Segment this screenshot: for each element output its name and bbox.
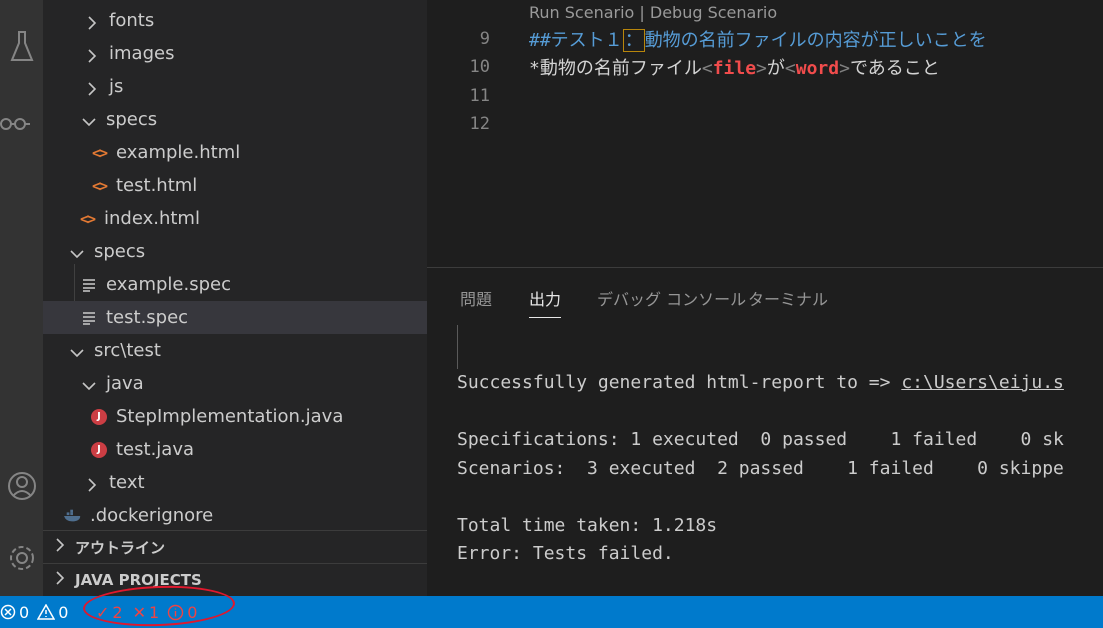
chevron-right-icon [85, 80, 99, 96]
output-indent-guide [457, 325, 458, 369]
section-label: アウトライン [75, 538, 166, 557]
java-projects-section-header[interactable]: JAVA PROJECTS [43, 563, 427, 596]
lines-file-icon [80, 278, 98, 292]
tree-folder-text[interactable]: text [43, 466, 427, 499]
code-line: 12 [427, 110, 1103, 138]
gear-icon[interactable] [0, 540, 43, 576]
code-editor[interactable]: Run Scenario | Debug Scenario 9 ##テスト１：動… [427, 0, 1103, 267]
tree-label: src\test [94, 340, 161, 361]
html-file-icon: <> [91, 176, 108, 195]
problems-indicator[interactable]: 0 0 [0, 596, 68, 628]
chevron-down-icon [82, 113, 96, 127]
docker-whale-icon [64, 509, 82, 523]
tree-file-dockerignore[interactable]: .dockerignore [43, 499, 427, 532]
output-time-line: Total time taken: 1.218s [457, 515, 718, 536]
tree-label: fonts [109, 10, 155, 31]
tree-label: text [109, 472, 145, 493]
tree-label: specs [94, 241, 146, 262]
tree-label: test.java [116, 439, 195, 460]
tree-label: images [109, 43, 175, 64]
tree-file-test-java[interactable]: J test.java [43, 433, 427, 466]
tab-output[interactable]: 出力 [529, 286, 562, 318]
tree-file-index-html[interactable]: <> index.html [43, 202, 427, 235]
outline-section-header[interactable]: アウトライン [43, 530, 427, 563]
tree-folder-specs[interactable]: specs [43, 235, 427, 268]
tree-folder-specs-web[interactable]: specs [43, 103, 427, 136]
tree-label: test.spec [106, 307, 189, 328]
tree-label: specs [106, 109, 158, 130]
tree-label: java [106, 373, 144, 394]
tree-file-test-html[interactable]: <> test.html [43, 169, 427, 202]
chevron-down-icon [70, 245, 84, 259]
output-error-line: Error: Tests failed. [457, 543, 674, 564]
chevron-down-icon [70, 344, 84, 358]
lines-file-icon [80, 311, 98, 325]
error-count: 0 [19, 602, 30, 622]
tree-file-example-html[interactable]: <> example.html [43, 136, 427, 169]
html-file-icon: <> [91, 143, 108, 162]
line-content: ##テスト１：動物の名前ファイルの内容が正しいことを [529, 29, 987, 52]
report-path-link[interactable]: c:\Users\eiju.s [901, 372, 1064, 393]
explorer-sidebar: fonts images js specs <> example.html <>… [43, 0, 427, 596]
chevron-down-icon [82, 377, 96, 391]
activity-bar [0, 0, 43, 596]
testing-flask-icon[interactable] [0, 30, 43, 64]
chevron-right-icon [53, 538, 67, 556]
bottom-panel: 問題 出力 デバッグ コンソール ターミナル Successfully gene… [427, 267, 1103, 596]
output-report-line: Successfully generated html-report to =>… [457, 372, 1064, 393]
error-circle-icon [0, 604, 16, 620]
tree-folder-java[interactable]: java [43, 367, 427, 400]
tree-label: example.spec [106, 274, 231, 295]
line-number: 11 [469, 86, 490, 106]
glasses-icon[interactable] [0, 112, 43, 132]
line-number: 12 [469, 114, 490, 134]
code-line: 11 [427, 82, 1103, 110]
chevron-right-icon [85, 476, 99, 492]
tree-folder-images[interactable]: images [43, 37, 427, 70]
warning-icon [37, 604, 56, 620]
tab-problems[interactable]: 問題 [460, 286, 492, 318]
line-number: 10 [469, 57, 490, 77]
code-line: 9 ##テスト１：動物の名前ファイルの内容が正しいことを [427, 25, 1103, 53]
tree-file-stepimplementation-java[interactable]: J StepImplementation.java [43, 400, 427, 433]
tree-label: index.html [104, 208, 200, 229]
line-content: *動物の名前ファイル<file>が<word>であること [529, 58, 940, 79]
tab-terminal[interactable]: ターミナル [748, 286, 828, 318]
tree-file-test-spec[interactable]: test.spec [43, 301, 427, 334]
output-specifications-line: Specifications: 1 executed 0 passed 1 fa… [457, 429, 1064, 450]
tree-folder-fonts[interactable]: fonts [43, 4, 427, 37]
account-icon[interactable] [0, 468, 43, 504]
tree-label: StepImplementation.java [116, 406, 344, 427]
warning-count: 0 [58, 602, 69, 622]
chevron-right-icon [85, 14, 99, 30]
code-line: 10 *動物の名前ファイル<file>が<word>であること [427, 53, 1103, 81]
line-number: 9 [479, 29, 490, 49]
tree-label: example.html [116, 142, 241, 163]
java-file-icon: J [90, 408, 108, 425]
tree-file-example-spec[interactable]: example.spec [43, 268, 427, 301]
java-file-icon: J [90, 441, 108, 458]
tree-label: .dockerignore [90, 505, 214, 526]
tree-label: js [109, 76, 124, 97]
codelens-run-debug[interactable]: Run Scenario | Debug Scenario [529, 3, 777, 22]
chevron-right-icon [85, 47, 99, 63]
html-file-icon: <> [79, 209, 96, 228]
panel-tabs: 問題 出力 デバッグ コンソール ターミナル [427, 268, 1103, 322]
tree-folder-src-test[interactable]: src\test [43, 334, 427, 367]
tab-debug-console[interactable]: デバッグ コンソール [597, 286, 746, 318]
tree-folder-js[interactable]: js [43, 70, 427, 103]
output-scenarios-line: Scenarios: 3 executed 2 passed 1 failed … [457, 458, 1064, 479]
chevron-right-icon [53, 571, 67, 589]
tree-label: test.html [116, 175, 198, 196]
